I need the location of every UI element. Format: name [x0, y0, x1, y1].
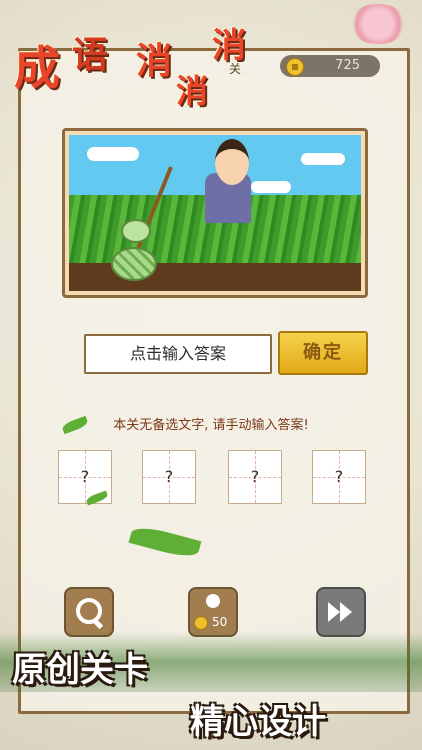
fast-forward-icon	[328, 602, 340, 622]
confirm-button[interactable]: 确定	[278, 331, 368, 375]
flower-decoration	[348, 4, 408, 44]
skip-button[interactable]	[316, 587, 366, 637]
slot-char: ?	[164, 467, 174, 486]
hint-button[interactable]: 50	[188, 587, 238, 637]
boy-head	[215, 139, 249, 185]
puzzle-image	[62, 128, 368, 298]
answer-slot[interactable]: ?	[228, 450, 282, 504]
slot-char: ?	[80, 467, 90, 486]
search-button[interactable]	[64, 587, 114, 637]
cloud	[87, 147, 139, 161]
coin-icon	[194, 616, 208, 630]
cloud	[301, 153, 345, 165]
hint-cost: 50	[212, 615, 228, 629]
promo-line-1: 原创关卡	[12, 650, 148, 690]
snake-head	[121, 219, 151, 243]
coin-value: 725	[335, 58, 360, 73]
title-char: 语	[72, 34, 109, 76]
slot-char: ?	[334, 467, 344, 486]
coin-counter: 725	[280, 55, 380, 77]
answer-slot[interactable]: ?	[312, 450, 366, 504]
promo-line-2: 精心设计	[190, 702, 326, 742]
title-char: 成	[14, 41, 60, 95]
snake	[111, 219, 157, 281]
title-char: 消	[176, 72, 209, 110]
answer-input[interactable]: 点击输入答案	[84, 334, 272, 374]
slot-char: ?	[250, 467, 260, 486]
title-char: 消	[136, 40, 173, 82]
cloud	[251, 181, 291, 193]
game-title: 成 语 消 消 消	[14, 10, 264, 110]
lightbulb-icon	[206, 594, 220, 608]
snake-coil	[111, 247, 157, 281]
answer-slot[interactable]: ?	[142, 450, 196, 504]
level-mark: 关	[229, 62, 242, 76]
coin-icon	[286, 58, 304, 76]
